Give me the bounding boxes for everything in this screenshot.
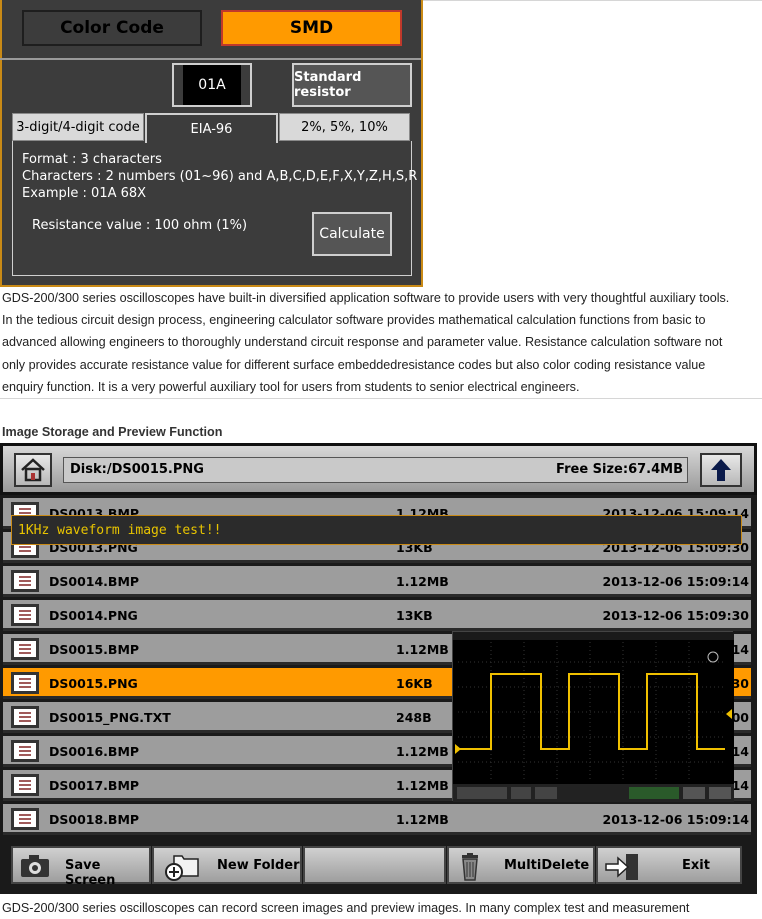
paragraph-line: advanced allowing engineers to thoroughl… <box>2 335 723 349</box>
save-screen-label: Save Screen <box>65 858 116 888</box>
file-name: DS0014.PNG <box>49 608 138 623</box>
resistance-value-text: Resistance value : 100 ohm (1%) <box>32 218 248 233</box>
empty-button[interactable] <box>303 846 446 884</box>
tab-eia-96[interactable]: EIA-96 <box>145 113 278 143</box>
file-row[interactable]: DS0014.PNG 13KB 2013-12-06 15:09:30 <box>3 600 751 631</box>
section-title: Image Storage and Preview Function <box>2 425 223 439</box>
exit-icon <box>605 854 638 880</box>
home-icon <box>21 458 45 482</box>
file-date: 2013-12-06 15:09:30 <box>602 608 750 623</box>
file-size: 13KB <box>396 608 433 623</box>
waveform-preview <box>453 632 734 802</box>
divider <box>423 0 762 1</box>
file-date: 2013-12-06 15:09:14 <box>602 812 750 827</box>
file-date: 2013-12-06 15:09:14 <box>602 574 750 589</box>
path-field: Disk:/DS0015.PNG Free Size:67.4MB <box>63 457 688 483</box>
file-size: 1.12MB <box>396 642 449 657</box>
color-code-tab-button[interactable]: Color Code <box>22 10 202 46</box>
free-size: Free Size:67.4MB <box>556 462 683 477</box>
file-name: DS0015_PNG.TXT <box>49 710 171 725</box>
file-row[interactable]: DS0014.BMP 1.12MB 2013-12-06 15:09:14 <box>3 566 751 597</box>
standard-resistor-button[interactable]: Standard resistor <box>292 63 412 107</box>
file-size: 1.12MB <box>396 574 449 589</box>
file-name: DS0017.BMP <box>49 778 140 793</box>
current-path: Disk:/DS0015.PNG <box>70 462 204 477</box>
exit-button[interactable]: Exit <box>596 846 742 884</box>
file-icon <box>11 808 39 830</box>
paragraph-line: GDS-200/300 series oscilloscopes can rec… <box>2 901 690 915</box>
divider <box>0 398 762 399</box>
file-icon <box>11 604 39 626</box>
paragraph-line: enquiry function. It is a very powerful … <box>2 380 580 394</box>
file-name: DS0018.BMP <box>49 812 140 827</box>
multi-delete-button[interactable]: MultiDelete <box>447 846 595 884</box>
file-size: 248B <box>396 710 432 725</box>
tab-3-4-digit-code[interactable]: 3-digit/4-digit code <box>12 113 144 141</box>
multi-delete-label: MultiDelete <box>504 858 590 873</box>
file-name: DS0014.BMP <box>49 574 140 589</box>
trash-icon <box>462 853 478 881</box>
file-name: DS0015.BMP <box>49 642 140 657</box>
example-text: Example : 01A 68X <box>22 186 147 201</box>
file-size: 1.12MB <box>396 778 449 793</box>
image-preview <box>452 631 734 802</box>
smd-tab-button[interactable]: SMD <box>221 10 402 46</box>
file-row[interactable]: DS0018.BMP 1.12MB 2013-12-06 15:09:14 <box>3 804 751 835</box>
file-note-tooltip: 1KHz waveform image test!! <box>11 515 742 545</box>
code-input[interactable]: 01A <box>172 63 252 107</box>
file-icon <box>11 638 39 660</box>
parent-folder-button[interactable] <box>700 453 742 487</box>
file-icon <box>11 740 39 762</box>
file-icon <box>11 570 39 592</box>
file-size: 1.12MB <box>396 812 449 827</box>
code-value: 01A <box>183 65 241 105</box>
file-name: DS0015.PNG <box>49 676 138 691</box>
tab-tolerance[interactable]: 2%, 5%, 10% <box>279 113 410 141</box>
save-screen-button[interactable]: Save Screen <box>11 846 151 888</box>
new-folder-button[interactable]: New Folder <box>152 846 302 884</box>
calculate-button[interactable]: Calculate <box>312 212 392 256</box>
file-icon <box>11 706 39 728</box>
characters-text: Characters : 2 numbers (01~96) and A,B,C… <box>22 169 418 184</box>
up-arrow-icon <box>711 459 731 481</box>
paragraph-line: only provides accurate resistance value … <box>2 358 706 372</box>
exit-label: Exit <box>682 858 710 873</box>
paragraph-line: GDS-200/300 series oscilloscopes have bu… <box>2 291 730 305</box>
folder-add-icon <box>165 855 199 881</box>
file-icon <box>11 774 39 796</box>
file-size: 1.12MB <box>396 744 449 759</box>
file-icon <box>11 672 39 694</box>
home-button[interactable] <box>14 453 52 487</box>
file-size: 16KB <box>396 676 433 691</box>
paragraph-line: In the tedious circuit design process, e… <box>2 313 706 327</box>
new-folder-label: New Folder <box>217 858 300 873</box>
divider <box>0 58 421 60</box>
format-text: Format : 3 characters <box>22 152 162 167</box>
camera-icon <box>21 855 49 877</box>
file-name: DS0016.BMP <box>49 744 140 759</box>
